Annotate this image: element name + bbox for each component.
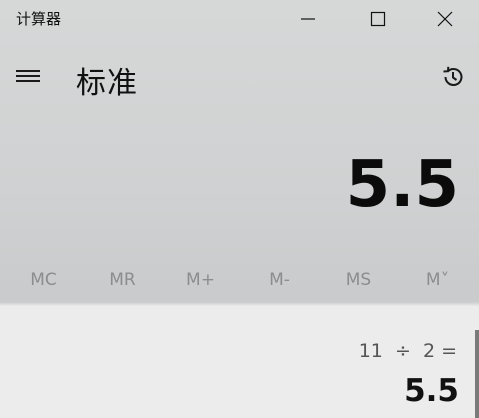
close-button[interactable]: [422, 0, 468, 38]
history-scrollbar[interactable]: [475, 330, 479, 418]
mode-title: 标准: [76, 66, 138, 101]
memory-clear-button[interactable]: MC: [4, 265, 83, 295]
history-icon: [443, 66, 463, 86]
memory-row: MC MR M+ M- MS M˅: [0, 265, 479, 297]
calculator-window: 计算器 标准 5.5 MC MR M+ M- MS M˅ 11 ÷ 2 = 5.…: [0, 0, 479, 418]
memory-recall-button[interactable]: MR: [83, 265, 162, 295]
title-bar[interactable]: 计算器: [0, 0, 479, 38]
memory-list-button[interactable]: M˅: [398, 265, 477, 295]
history-expression[interactable]: 11 ÷ 2 =: [359, 340, 457, 362]
minimize-icon: [301, 18, 315, 20]
result-display: 5.5: [345, 148, 459, 222]
history-result[interactable]: 5.5: [404, 373, 459, 409]
hamburger-menu-icon: [16, 70, 40, 72]
minimize-button[interactable]: [285, 0, 331, 38]
app-title: 计算器: [16, 10, 62, 28]
memory-store-button[interactable]: MS: [319, 265, 398, 295]
close-icon: [437, 11, 453, 27]
maximize-button[interactable]: [355, 0, 401, 38]
memory-subtract-button[interactable]: M-: [240, 265, 319, 295]
history-button[interactable]: [439, 63, 467, 91]
hamburger-menu-button[interactable]: [14, 62, 42, 90]
memory-add-button[interactable]: M+: [161, 265, 240, 295]
maximize-icon: [370, 11, 386, 27]
